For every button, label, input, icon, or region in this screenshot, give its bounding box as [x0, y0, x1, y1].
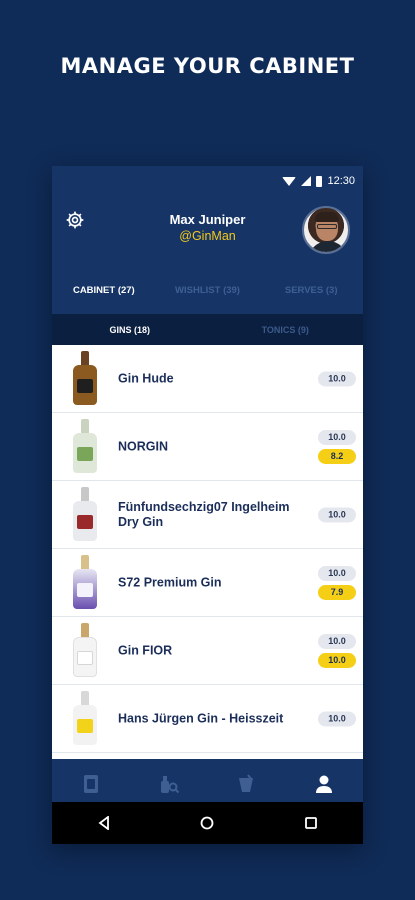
- profile-header: Max Juniper @GinMan: [52, 196, 363, 266]
- item-name: Gin Hude: [118, 371, 174, 385]
- list-item[interactable]: NORGIN 10.0 8.2: [52, 413, 363, 481]
- search-bottle-icon[interactable]: [149, 769, 189, 799]
- tab-cabinet[interactable]: CABINET (27): [52, 285, 156, 296]
- bottle-image: [68, 419, 102, 475]
- rating-badge: 10.0: [318, 633, 356, 649]
- item-name: Fünfundsechzig07 Ingelheim Dry Gin: [118, 499, 290, 529]
- bottle-image: [68, 351, 102, 407]
- rating-badge: 10.0: [318, 711, 356, 726]
- item-name: Gin FIOR: [118, 643, 173, 657]
- rating-badge: 10.0: [318, 507, 356, 522]
- list-item[interactable]: S72 Premium Gin 10.0 7.9: [52, 549, 363, 617]
- tab-serves[interactable]: SERVES (3): [259, 285, 363, 296]
- list-item[interactable]: Hans Jürgen Gin - Heisszeit 10.0: [52, 685, 363, 753]
- item-name: Hans Jürgen Gin - Heisszeit: [118, 711, 284, 725]
- tab-wishlist[interactable]: WISHLIST (39): [156, 285, 260, 296]
- tab-gins[interactable]: GINS (18): [52, 325, 208, 335]
- gin-list: Gin Hude 10.0 NORGIN 10.0 8.2 Fünfundsec…: [52, 345, 363, 759]
- rating-badge: 10.0: [318, 429, 356, 445]
- tab-tonics[interactable]: TONICS (9): [208, 325, 364, 335]
- avatar[interactable]: [302, 206, 350, 254]
- cocktail-icon[interactable]: [226, 769, 266, 799]
- cabinet-icon[interactable]: [71, 769, 111, 799]
- page-headline: MANAGE YOUR CABINET: [60, 54, 355, 78]
- list-item[interactable]: Fünfundsechzig07 Ingelheim Dry Gin 10.0: [52, 481, 363, 549]
- community-rating-badge: 10.0: [318, 652, 356, 668]
- community-rating-badge: 8.2: [318, 448, 356, 464]
- item-name: S72 Premium Gin: [118, 575, 222, 589]
- bottle-image: [68, 691, 102, 747]
- sub-tabs: GINS (18) TONICS (9): [52, 314, 363, 345]
- status-bar: 12:30: [52, 166, 363, 196]
- item-name: NORGIN: [118, 439, 168, 453]
- signal-icon: [301, 176, 312, 186]
- status-time: 12:30: [327, 175, 355, 187]
- wifi-icon: [282, 176, 297, 186]
- bottom-nav: [52, 759, 363, 808]
- phone-screen: 12:30 Max Juniper @GinMan CABINET (27) W…: [52, 166, 363, 844]
- community-rating-badge: 7.9: [318, 584, 356, 600]
- android-nav-bar: [52, 802, 363, 844]
- back-icon[interactable]: [84, 808, 124, 838]
- list-item[interactable]: Gin Hude 10.0: [52, 345, 363, 413]
- rating-badge: 10.0: [318, 371, 356, 386]
- battery-icon: [316, 175, 323, 187]
- home-icon[interactable]: [187, 808, 227, 838]
- main-tabs: CABINET (27) WISHLIST (39) SERVES (3): [52, 266, 363, 314]
- bottle-image: [68, 623, 102, 679]
- bottle-image: [68, 555, 102, 611]
- bottle-image: [68, 487, 102, 543]
- profile-icon[interactable]: [304, 769, 344, 799]
- recents-icon[interactable]: [291, 808, 331, 838]
- rating-badge: 10.0: [318, 565, 356, 581]
- list-item[interactable]: Gin FIOR 10.0 10.0: [52, 617, 363, 685]
